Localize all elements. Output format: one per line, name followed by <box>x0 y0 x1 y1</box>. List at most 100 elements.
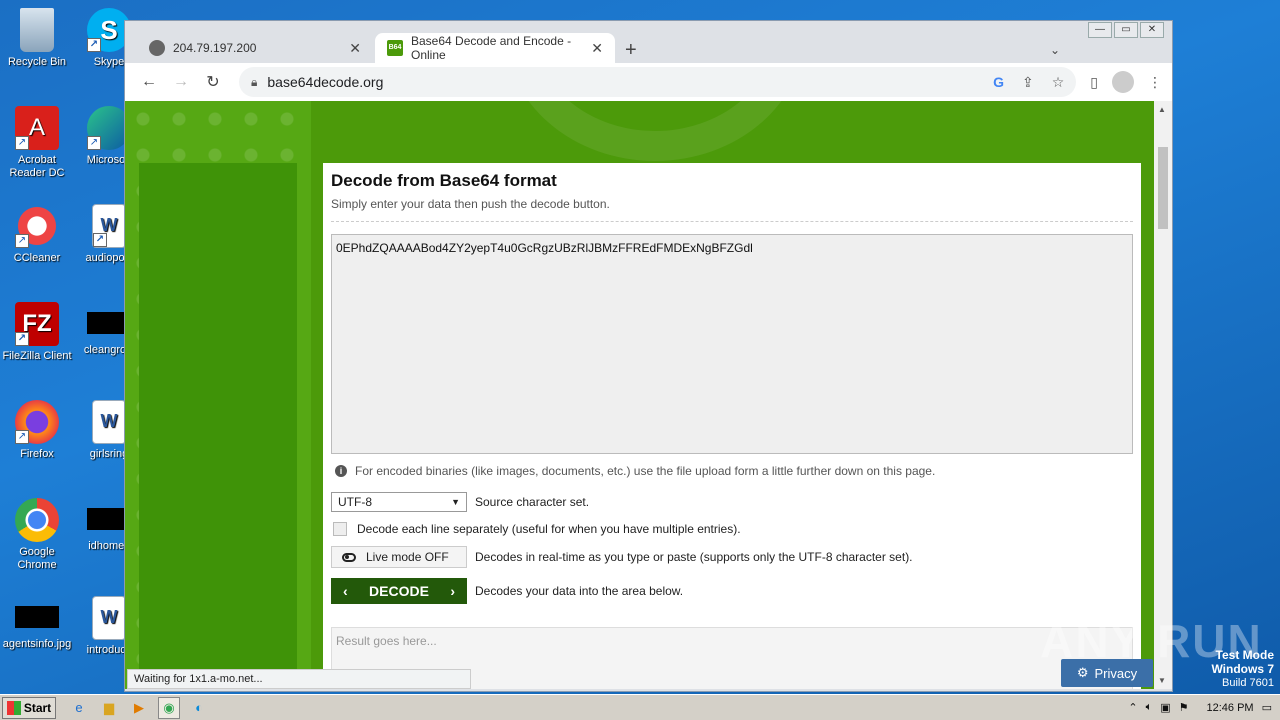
lines-row: Decode each line separately (useful for … <box>331 522 1133 536</box>
chevron-right-icon: › <box>450 583 455 599</box>
shortcut-arrow-icon: ↗ <box>15 430 29 444</box>
word-document-icon: W ↗ <box>92 204 126 248</box>
show-desktop-icon[interactable]: ▭ <box>1262 701 1272 714</box>
network-icon[interactable]: ▣ <box>1160 701 1170 714</box>
tab-title: Base64 Decode and Encode - Online <box>411 34 572 62</box>
shortcut-arrow-icon: ↗ <box>15 234 29 248</box>
address-bar[interactable]: 🔒︎ base64decode.org G ⇪ ☆ <box>239 67 1077 97</box>
live-mode-label: Live mode OFF <box>366 550 449 564</box>
charset-row: UTF-8 ▼ Source character set. <box>331 492 1133 512</box>
tab-search-chevron-icon[interactable]: ⌄ <box>1050 43 1060 57</box>
info-icon: i <box>335 465 347 477</box>
toggle-icon <box>342 552 356 562</box>
desktop-icon-label: CCleaner <box>13 252 61 264</box>
build-text: Build 7601 <box>1222 677 1274 689</box>
desktop-icon-label: agentsinfo.jpg <box>2 638 72 650</box>
desktop-icon-label: FileZilla Client <box>2 350 72 362</box>
desktop-icon-label: Recycle Bin <box>7 56 67 68</box>
shortcut-arrow-icon: ↗ <box>87 38 101 52</box>
desktop-icon-acrobat[interactable]: A ↗ Acrobat Reader DC <box>2 106 72 180</box>
lock-icon: 🔒︎ <box>251 74 258 89</box>
shortcut-arrow-icon: ↗ <box>87 136 101 150</box>
desktop-icon-label: Firefox <box>20 448 54 460</box>
decode-lines-checkbox[interactable] <box>333 522 347 536</box>
back-button[interactable]: ← <box>135 68 163 96</box>
decode-button[interactable]: ‹ DECODE › <box>331 578 467 604</box>
chrome-icon <box>15 498 59 542</box>
tab-strip: 204.79.197.200 ✕ B64 Base64 Decode and E… <box>125 29 1172 63</box>
decode-card: Decode from Base64 format Simply enter y… <box>323 163 1141 689</box>
word-document-icon: W <box>92 400 126 444</box>
desktop-icon-recycle-bin[interactable]: Recycle Bin <box>2 8 72 69</box>
chevron-down-icon: ▼ <box>451 497 460 507</box>
new-tab-button[interactable]: + <box>625 39 637 62</box>
url-text: base64decode.org <box>267 74 384 90</box>
decode-row: ‹ DECODE › Decodes your data into the ar… <box>331 578 1133 604</box>
scrollbar-thumb[interactable] <box>1158 147 1168 229</box>
browser-toolbar: ← → ↻ 🔒︎ base64decode.org G ⇪ ☆ ▯ ⋮ <box>125 63 1172 101</box>
shortcut-arrow-icon: ↗ <box>15 136 29 150</box>
system-tray: ⌃ 🔈︎ ▣ ⚑ 12:46 PM ▭ <box>1128 701 1280 714</box>
live-mode-toggle[interactable]: Live mode OFF <box>331 546 467 568</box>
status-bar: Waiting for 1x1.a-mo.net... <box>127 669 471 689</box>
decode-description: Decodes your data into the area below. <box>475 584 684 598</box>
toolbar-right: ▯ ⋮ <box>1090 71 1162 93</box>
reload-button[interactable]: ↻ <box>199 68 227 96</box>
charset-select[interactable]: UTF-8 ▼ <box>331 492 467 512</box>
lines-label: Decode each line separately (useful for … <box>357 522 741 536</box>
tray-expand-icon[interactable]: ⌃ <box>1128 701 1137 714</box>
start-button[interactable]: Start <box>2 696 56 719</box>
base64-input-textarea[interactable]: 0EPhdZQAAAABod4ZY2yepT4u0GcRgzUBzRlJBMzF… <box>331 234 1133 454</box>
image-thumbnail-icon <box>15 606 59 628</box>
bookmark-star-icon[interactable]: ☆ <box>1052 74 1065 91</box>
omnibox-actions: G ⇪ ☆ <box>993 74 1064 91</box>
chrome-taskbar-icon[interactable]: ◉ <box>158 696 180 719</box>
page-scrollbar[interactable]: ▲ ▼ <box>1154 101 1172 689</box>
desktop-icon-filezilla[interactable]: FZ ↗ FileZilla Client <box>2 302 72 363</box>
forward-button[interactable]: → <box>167 68 195 96</box>
desktop-icon-ccleaner[interactable]: ↗ CCleaner <box>2 204 72 265</box>
file-explorer-icon[interactable]: ▆ <box>98 697 120 719</box>
desktop-icon-label: Acrobat Reader DC <box>9 154 65 179</box>
info-text: For encoded binaries (like images, docum… <box>355 464 936 478</box>
test-mode-text: Test Mode <box>1215 648 1274 662</box>
internet-explorer-icon[interactable]: e <box>68 697 90 719</box>
tab-base64[interactable]: B64 Base64 Decode and Encode - Online ✕ <box>375 33 615 63</box>
desktop-icon-agentsinfo[interactable]: agentsinfo.jpg <box>2 596 72 651</box>
live-mode-row: Live mode OFF Decodes in real-time as yo… <box>331 546 1133 568</box>
acrobat-icon: A ↗ <box>15 106 59 150</box>
tab-close-icon[interactable]: ✕ <box>591 40 603 57</box>
page-subtitle: Simply enter your data then push the dec… <box>331 197 1133 222</box>
charset-label: Source character set. <box>475 495 590 509</box>
profile-avatar-icon[interactable] <box>1112 71 1134 93</box>
firefox-icon: ↗ <box>15 400 59 444</box>
menu-kebab-icon[interactable]: ⋮ <box>1148 74 1162 91</box>
desktop-icon-firefox[interactable]: ↗ Firefox <box>2 400 72 461</box>
scroll-down-icon[interactable]: ▼ <box>1158 676 1166 685</box>
page-viewport: Decode from Base64 format Simply enter y… <box>125 101 1156 689</box>
share-icon[interactable]: ⇪ <box>1022 74 1034 91</box>
decode-label: DECODE <box>369 583 429 599</box>
clock[interactable]: 12:46 PM <box>1207 702 1254 714</box>
filezilla-icon: FZ ↗ <box>15 302 59 346</box>
charset-value: UTF-8 <box>338 495 372 509</box>
browser-window: — ▭ ✕ 204.79.197.200 ✕ B64 Base64 Decode… <box>124 20 1173 692</box>
quick-launch: e ▆ ▶ ◉ ◐ <box>68 696 210 719</box>
shortcut-arrow-icon: ↗ <box>15 332 29 346</box>
side-panel-icon[interactable]: ▯ <box>1090 74 1098 91</box>
media-player-icon[interactable]: ▶ <box>128 697 150 719</box>
tab-ip-address[interactable]: 204.79.197.200 ✕ <box>137 33 373 63</box>
google-icon[interactable]: G <box>993 74 1004 91</box>
action-center-flag-icon[interactable]: ⚑ <box>1179 701 1189 714</box>
chevron-left-icon: ‹ <box>343 583 348 599</box>
edge-taskbar-icon[interactable]: ◐ <box>188 697 210 719</box>
scroll-up-icon[interactable]: ▲ <box>1158 105 1166 114</box>
recycle-bin-icon <box>20 8 54 52</box>
volume-icon[interactable]: 🔈︎ <box>1146 701 1153 714</box>
os-text: Windows 7 <box>1211 662 1274 676</box>
word-document-icon: W <box>92 596 126 640</box>
b64-favicon-icon: B64 <box>387 40 403 56</box>
page-title: Decode from Base64 format <box>331 171 557 190</box>
tab-close-icon[interactable]: ✕ <box>349 40 361 57</box>
desktop-icon-chrome[interactable]: Google Chrome <box>2 498 72 572</box>
